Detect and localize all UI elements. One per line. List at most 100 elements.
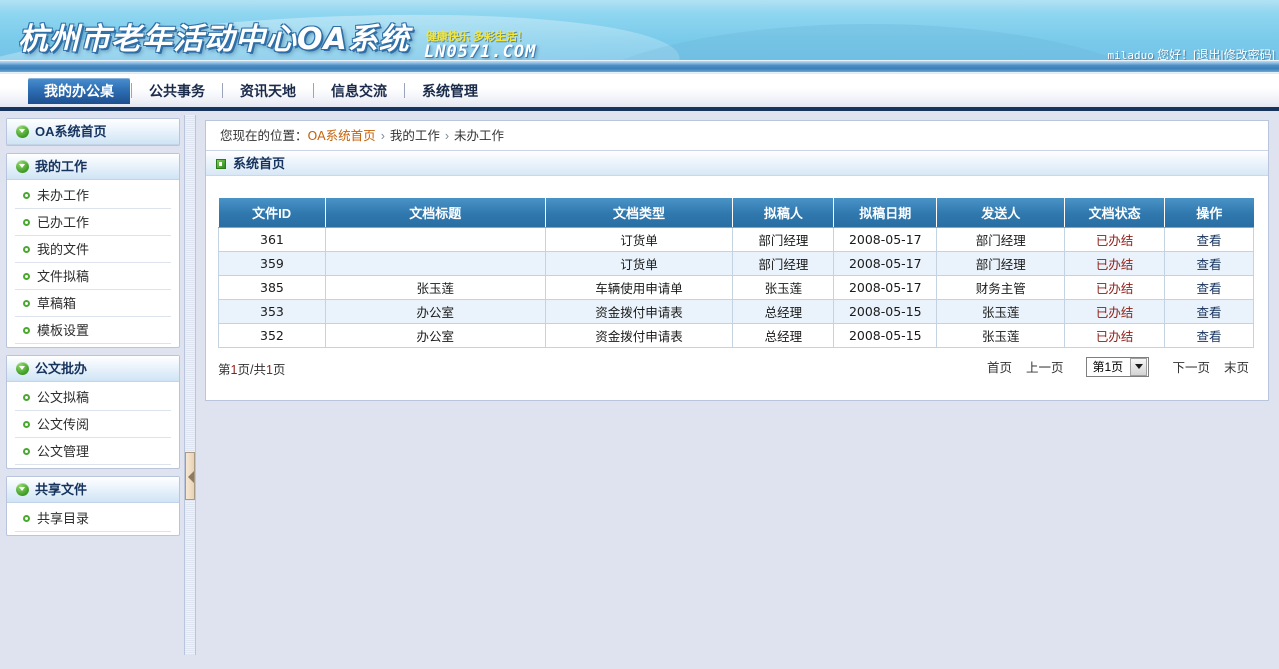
table-column-header-7: 操作 bbox=[1164, 198, 1254, 228]
cell-sender: 张玉莲 bbox=[936, 323, 1066, 348]
cell-sender: 部门经理 bbox=[936, 227, 1066, 252]
main-navbar: 我的办公桌 公共事务 资讯天地 信息交流 系统管理 bbox=[0, 74, 1279, 111]
nav-separator bbox=[313, 83, 314, 98]
cell-status: 已办结 bbox=[1064, 251, 1166, 276]
nav-tab-4[interactable]: 系统管理 bbox=[406, 78, 494, 104]
next-page-link[interactable]: 下一页 bbox=[1172, 357, 1210, 376]
bullet-icon bbox=[23, 300, 30, 307]
sidebar-panel-header-1[interactable]: 我的工作 bbox=[7, 154, 179, 180]
sidebar-item-1-3[interactable]: 文件拟稿 bbox=[15, 263, 171, 290]
sidebar-item-2-0[interactable]: 公文拟稿 bbox=[15, 384, 171, 411]
table-column-header-1: 文档标题 bbox=[325, 198, 546, 228]
sidebar-item-2-1[interactable]: 公文传阅 bbox=[15, 411, 171, 438]
sidebar-item-2-2[interactable]: 公文管理 bbox=[15, 438, 171, 465]
prev-page-link[interactable]: 上一页 bbox=[1026, 357, 1064, 376]
sidebar-item-label: 公文拟稿 bbox=[37, 390, 90, 405]
bullet-icon bbox=[23, 192, 30, 199]
cell-status: 已办结 bbox=[1064, 299, 1166, 324]
page-summary-total: 1 bbox=[265, 362, 273, 377]
cell-action: 查看 bbox=[1164, 251, 1254, 276]
cell-id: 385 bbox=[218, 275, 326, 300]
view-link[interactable]: 查看 bbox=[1197, 330, 1222, 344]
cell-title: 张玉莲 bbox=[324, 275, 546, 300]
cell-drafter: 张玉莲 bbox=[732, 275, 835, 300]
status-badge: 已办结 bbox=[1095, 305, 1134, 320]
sidebar-item-1-2[interactable]: 我的文件 bbox=[15, 236, 171, 263]
sidebar-item-1-5[interactable]: 模板设置 bbox=[15, 317, 171, 344]
sidebar-item-1-0[interactable]: 未办工作 bbox=[15, 182, 171, 209]
table-column-header-3: 拟稿人 bbox=[732, 198, 835, 228]
table-row: 361 订货单 部门经理 2008-05-17 部门经理 已办结 查看 bbox=[218, 227, 1254, 252]
view-link[interactable]: 查看 bbox=[1197, 306, 1222, 320]
page-summary: 第1页/共1页 bbox=[218, 359, 285, 378]
table-row: 385 张玉莲 车辆使用申请单 张玉莲 2008-05-17 财务主管 已办结 查看 bbox=[218, 275, 1254, 300]
sidebar-panel-body-3: 共享目录 bbox=[7, 503, 179, 535]
sidebar-item-3-0[interactable]: 共享目录 bbox=[15, 505, 171, 532]
cell-date: 2008-05-15 bbox=[833, 299, 938, 324]
view-link[interactable]: 查看 bbox=[1197, 282, 1222, 296]
app-domain: LN0571.COM bbox=[424, 42, 537, 62]
sidebar-item-1-1[interactable]: 已办工作 bbox=[15, 209, 171, 236]
first-page-link[interactable]: 首页 bbox=[987, 357, 1012, 376]
sidebar-collapse-handle-icon[interactable] bbox=[185, 452, 195, 500]
sidebar-item-label: 公文管理 bbox=[37, 444, 90, 459]
pagination-controls: 首页 上一页 第1页 下一页 末页 bbox=[980, 356, 1256, 377]
chevron-down-icon bbox=[16, 160, 29, 173]
table-head: 文件ID 文档标题 文档类型 拟稿人 拟稿日期 发送人 文档状态 操作 bbox=[218, 198, 1254, 228]
view-link[interactable]: 查看 bbox=[1197, 234, 1222, 248]
sidebar-item-label: 草稿箱 bbox=[37, 296, 77, 311]
sidebar-panel-body-1: 未办工作已办工作我的文件 文件拟稿草稿箱模板设置 bbox=[7, 180, 179, 347]
cell-title: 办公室 bbox=[324, 323, 546, 348]
nav-tab-0[interactable]: 我的办公桌 bbox=[28, 77, 130, 104]
cell-action: 查看 bbox=[1164, 299, 1254, 324]
table-row: 359 订货单 部门经理 2008-05-17 部门经理 已办结 查看 bbox=[218, 251, 1254, 276]
page-select[interactable]: 第1页 bbox=[1086, 356, 1150, 377]
sidebar-panel-header-0[interactable]: OA系统首页 bbox=[7, 119, 179, 145]
page-summary-pre: 第 bbox=[218, 362, 231, 377]
nav-separator bbox=[222, 83, 223, 98]
cell-date: 2008-05-15 bbox=[833, 323, 938, 348]
bullet-icon bbox=[23, 448, 30, 455]
cell-id: 352 bbox=[218, 323, 326, 348]
sidebar-item-label: 共享目录 bbox=[37, 511, 90, 526]
sidebar-splitter[interactable] bbox=[184, 115, 196, 655]
cell-type: 资金拨付申请表 bbox=[544, 323, 734, 348]
nav-tab-1[interactable]: 公共事务 bbox=[133, 78, 221, 104]
cell-type: 资金拨付申请表 bbox=[544, 299, 734, 324]
sidebar-panel-0: OA系统首页 bbox=[6, 118, 180, 146]
last-page-link[interactable]: 末页 bbox=[1224, 357, 1249, 376]
sidebar-panel-2: 公文批办公文拟稿公文传阅公文管理 bbox=[6, 355, 180, 469]
cell-id: 361 bbox=[218, 227, 326, 252]
breadcrumb-home-link[interactable]: OA系统首页 bbox=[308, 128, 376, 143]
cell-date: 2008-05-17 bbox=[833, 251, 938, 276]
status-badge: 已办结 bbox=[1095, 281, 1134, 296]
page-select-value: 第1页 bbox=[1092, 360, 1124, 374]
section-title-label: 系统首页 bbox=[233, 156, 286, 171]
table-row: 352 办公室 资金拨付申请表 总经理 2008-05-15 张玉莲 已办结 查看 bbox=[218, 323, 1254, 348]
sidebar: OA系统首页我的工作未办工作已办工作我的文件 文件拟稿草稿箱模板设置公文批办公文拟… bbox=[0, 115, 184, 669]
cell-sender: 张玉莲 bbox=[936, 299, 1066, 324]
bullet-icon bbox=[23, 394, 30, 401]
cell-drafter: 总经理 bbox=[732, 299, 835, 324]
view-link[interactable]: 查看 bbox=[1197, 258, 1222, 272]
sidebar-panel-header-3[interactable]: 共享文件 bbox=[7, 477, 179, 503]
sidebar-item-1-4[interactable]: 草稿箱 bbox=[15, 290, 171, 317]
table-column-header-0: 文件ID bbox=[218, 198, 326, 228]
sidebar-item-label: 公文传阅 bbox=[37, 417, 90, 432]
nav-tab-2[interactable]: 资讯天地 bbox=[224, 78, 312, 104]
table-column-header-5: 发送人 bbox=[936, 198, 1066, 228]
sidebar-panel-header-2[interactable]: 公文批办 bbox=[7, 356, 179, 382]
cell-title: 办公室 bbox=[324, 299, 546, 324]
bullet-icon bbox=[23, 421, 30, 428]
cell-date: 2008-05-17 bbox=[833, 227, 938, 252]
cell-drafter: 部门经理 bbox=[732, 227, 835, 252]
cell-date: 2008-05-17 bbox=[833, 275, 938, 300]
table-column-header-4: 拟稿日期 bbox=[833, 198, 938, 228]
sidebar-panel-title: 我的工作 bbox=[35, 159, 88, 174]
breadcrumb-separator-2: › bbox=[444, 129, 450, 143]
chevron-down-icon[interactable] bbox=[1130, 357, 1148, 376]
sidebar-item-label: 已办工作 bbox=[37, 215, 90, 230]
section-title: 系统首页 bbox=[206, 151, 1268, 176]
cell-sender: 部门经理 bbox=[936, 251, 1066, 276]
nav-tab-3[interactable]: 信息交流 bbox=[315, 78, 403, 104]
